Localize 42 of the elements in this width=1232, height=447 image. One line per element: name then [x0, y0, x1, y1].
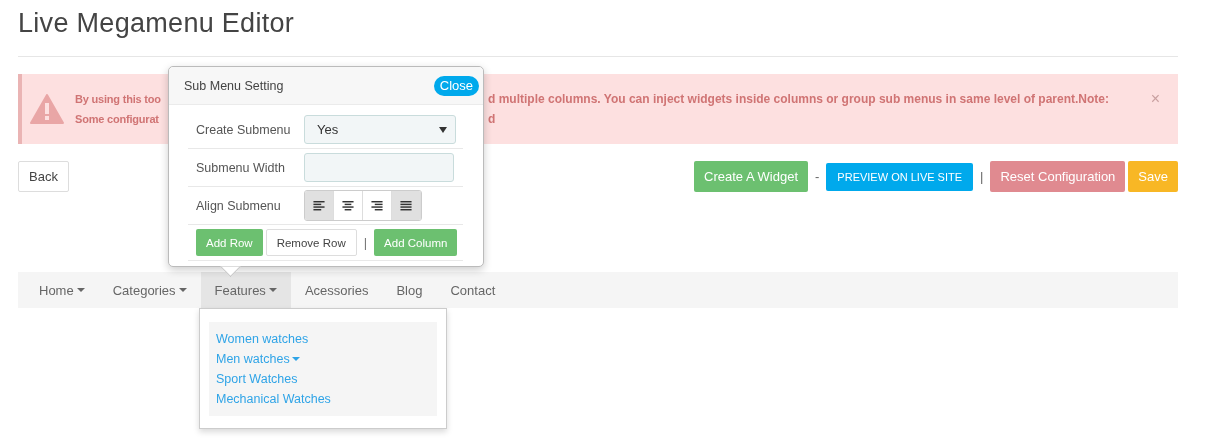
toolbar-button[interactable]: Save [1128, 161, 1178, 192]
close-button[interactable]: Close [433, 75, 479, 96]
field-label: Create Submenu [196, 122, 292, 137]
submenu-link[interactable]: Women watches [216, 331, 430, 347]
alert-text: By using this too [75, 92, 162, 106]
width-input[interactable] [304, 153, 454, 182]
submenu-link[interactable]: Sport Watches [216, 371, 430, 387]
menu-item[interactable]: Blog [382, 272, 437, 308]
close-button[interactable]: × [1150, 90, 1160, 108]
menu-item[interactable]: Categories [98, 272, 201, 308]
add-button[interactable]: Add Row [196, 229, 263, 256]
field-label: Align Submenu [196, 198, 282, 213]
page-title: Live Megamenu Editor [18, 7, 296, 40]
toolbar-button[interactable]: Reset Configuration [990, 161, 1126, 192]
align-icon [400, 200, 412, 211]
submenu-select[interactable]: Yes [304, 115, 456, 144]
align-icon [371, 200, 383, 211]
submenu-link[interactable]: Mechanical Watches [216, 391, 430, 407]
back-button[interactable]: Back [18, 161, 69, 192]
align-icon [342, 200, 354, 211]
remove-button[interactable]: Remove Row [265, 229, 357, 256]
align-button[interactable] [305, 191, 334, 220]
align-icon [313, 200, 325, 211]
warning-icon [30, 94, 64, 124]
alert-text: d [488, 112, 497, 126]
caret-icon [439, 126, 447, 133]
alert-text: Some configurat [75, 112, 160, 126]
menu-item[interactable]: Home [25, 272, 99, 308]
menu-item[interactable]: Features [200, 272, 291, 308]
separator: | [363, 235, 368, 250]
toolbar-button[interactable]: Create A Widget [694, 161, 808, 192]
separator: | [980, 169, 984, 184]
menu-item[interactable]: Acessories [290, 272, 383, 308]
add-button[interactable]: Add Column [374, 229, 458, 256]
align-button[interactable] [392, 191, 421, 220]
alert-text: d multiple columns. You can inject widgets inside columns or group sub menus in same level of parent.Note: [488, 92, 1109, 106]
menu-item[interactable]: Contact [436, 272, 510, 308]
submenu-link[interactable]: Men watches [216, 351, 430, 367]
toolbar-button[interactable]: PREVIEW ON LIVE SITE [826, 162, 974, 191]
separator: - [815, 169, 820, 184]
popover-title: Sub Menu Setting [184, 78, 284, 93]
field-label: Submenu Width [196, 160, 286, 175]
